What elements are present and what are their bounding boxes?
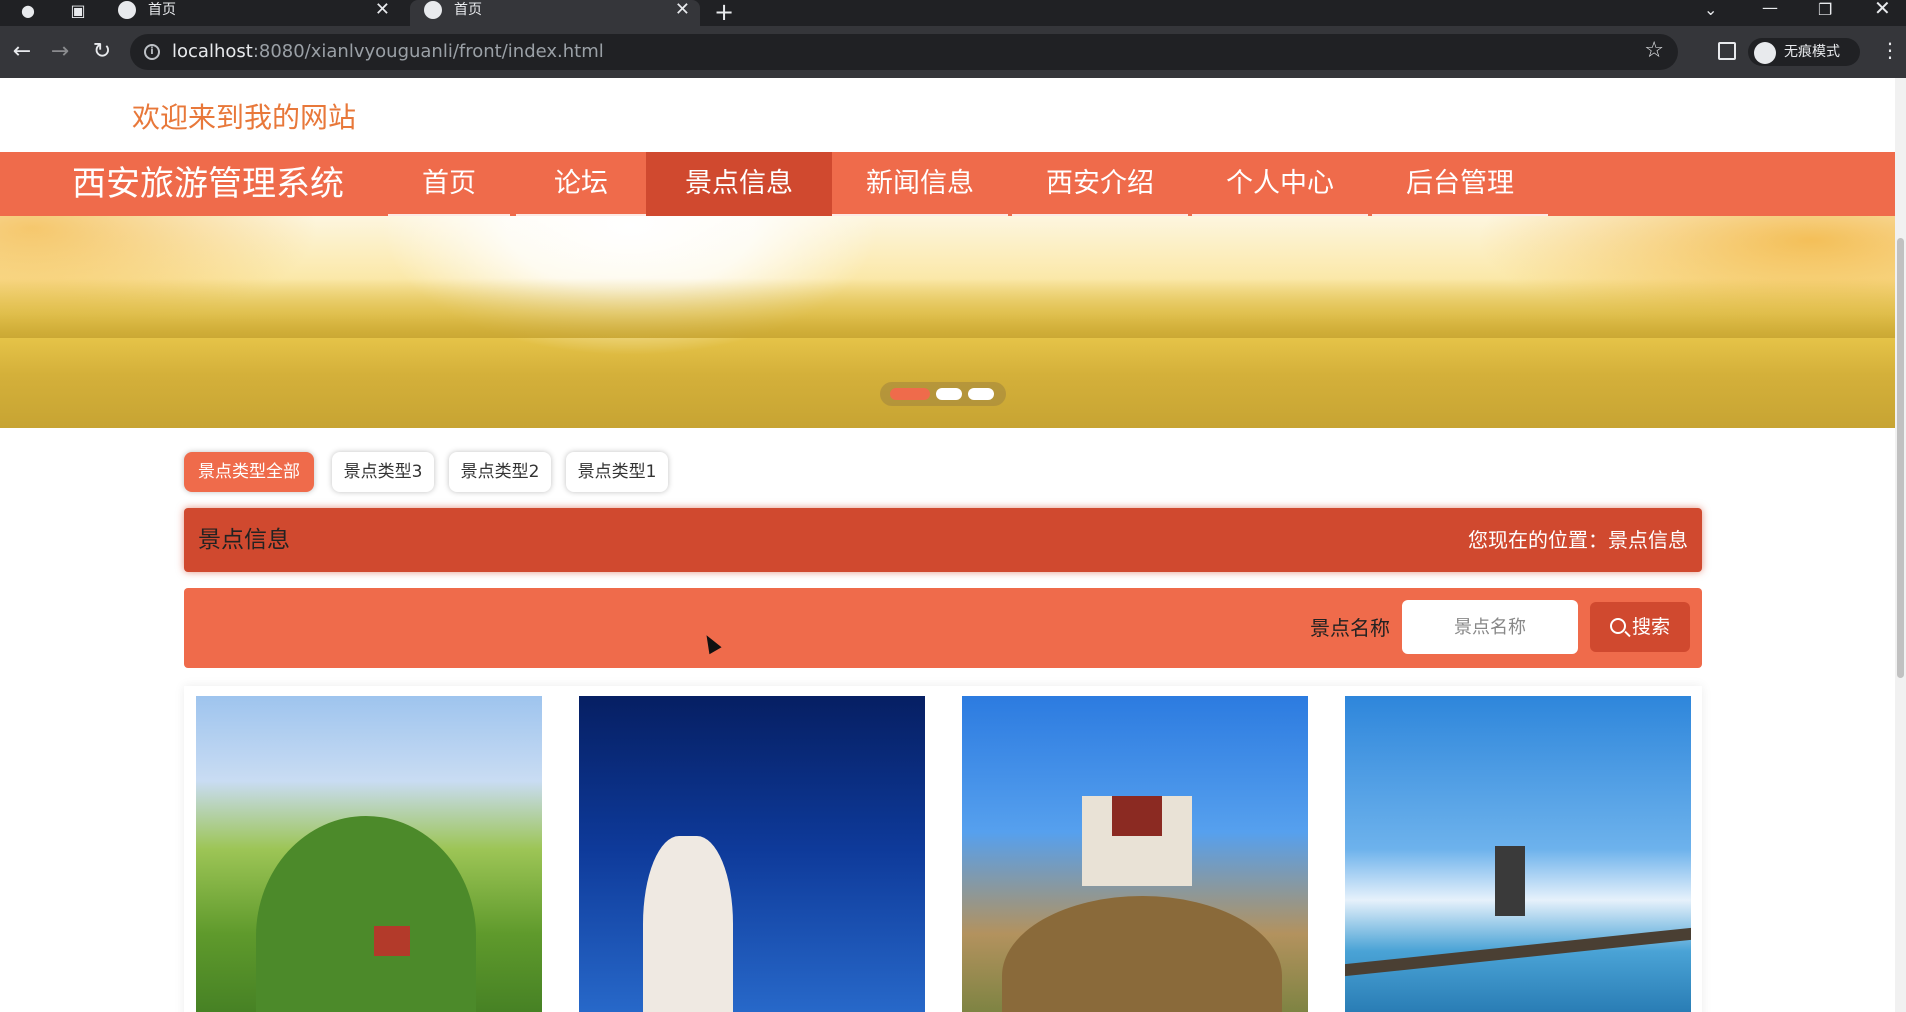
tab-title: 首页: [148, 2, 176, 18]
site-title: 西安旅游管理系统: [72, 164, 344, 204]
nav-xian-intro[interactable]: 西安介绍: [1012, 152, 1188, 216]
page-scrollbar[interactable]: [1895, 78, 1906, 1012]
attraction-card-2[interactable]: [579, 696, 925, 1012]
carousel-dot-2[interactable]: [936, 388, 962, 400]
nav-label: 新闻信息: [866, 168, 974, 199]
carousel-indicators: [880, 382, 1006, 406]
search-label: 景点名称: [1310, 616, 1390, 640]
section-title: 景点信息: [198, 527, 290, 553]
minimize-icon[interactable]: —: [1762, 0, 1778, 16]
browser-tab-1[interactable]: 首页 ✕: [104, 0, 400, 26]
back-icon[interactable]: ←: [8, 38, 36, 66]
close-window-icon[interactable]: ✕: [1874, 0, 1891, 18]
browser-tab-2[interactable]: 首页 ✕: [410, 0, 700, 26]
address-bar[interactable]: i localhost:8080/xianlvyouguanli/front/i…: [130, 34, 1678, 70]
url-path: :8080/xianlvyouguanli/front/index.html: [252, 41, 604, 62]
nav-forum[interactable]: 论坛: [516, 152, 646, 216]
welcome-text: 欢迎来到我的网站: [132, 101, 357, 134]
search-icon: [1609, 618, 1626, 634]
type-filter-1[interactable]: 景点类型1: [566, 452, 668, 492]
main-nav: 西安旅游管理系统 首页 论坛 景点信息 新闻信息 西安介绍 个人中心 后台管理: [0, 152, 1895, 216]
type-filter-3[interactable]: 景点类型3: [332, 452, 434, 492]
globe-icon: [424, 1, 442, 19]
type-filter-all[interactable]: 景点类型全部: [184, 452, 314, 492]
browser-tab-strip: ● ▣ 首页 ✕ 首页 ✕ + ⌄ — ❐ ✕: [0, 0, 1906, 26]
nav-label: 论坛: [554, 168, 608, 199]
breadcrumb-location: 您现在的位置：景点信息: [1468, 528, 1688, 552]
nav-label: 首页: [422, 168, 476, 199]
attraction-card-3[interactable]: [962, 696, 1308, 1012]
section-title-bar: 景点信息 您现在的位置：景点信息: [184, 508, 1702, 572]
type-filter-2[interactable]: 景点类型2: [449, 452, 551, 492]
side-panel-icon[interactable]: [1718, 42, 1736, 60]
tab-title: 首页: [454, 2, 482, 18]
search-input[interactable]: [1402, 600, 1578, 654]
attraction-list: [184, 686, 1702, 1012]
reload-icon[interactable]: ↻: [88, 38, 116, 66]
close-icon[interactable]: ✕: [675, 0, 690, 20]
nav-label: 西安介绍: [1046, 168, 1154, 199]
search-button[interactable]: 搜索: [1590, 602, 1690, 652]
forward-icon[interactable]: →: [46, 38, 74, 66]
url-text[interactable]: localhost:8080/xianlvyouguanli/front/ind…: [172, 42, 604, 62]
nav-attractions[interactable]: 景点信息: [646, 152, 832, 216]
restore-icon[interactable]: ❐: [1818, 2, 1832, 18]
new-tab-icon[interactable]: +: [714, 0, 734, 26]
nav-profile[interactable]: 个人中心: [1192, 152, 1368, 216]
scrollbar-thumb[interactable]: [1897, 238, 1904, 678]
attraction-card-1[interactable]: [196, 696, 542, 1012]
nav-label: 个人中心: [1226, 168, 1334, 199]
globe-icon: [118, 1, 136, 19]
browser-toolbar: ← → ↻ i localhost:8080/xianlvyouguanli/f…: [0, 26, 1906, 78]
search-bar: 景点名称 搜索: [184, 588, 1702, 668]
menu-kebab-icon[interactable]: ⋮: [1880, 40, 1900, 60]
incognito-profile-button[interactable]: 无痕模式: [1748, 38, 1860, 66]
nav-home[interactable]: 首页: [388, 152, 510, 216]
page-viewport: 欢迎来到我的网站 西安旅游管理系统 首页 论坛 景点信息 新闻信息 西安介绍 个…: [0, 78, 1895, 1012]
carousel-dot-1[interactable]: [890, 388, 930, 400]
nav-admin[interactable]: 后台管理: [1372, 152, 1548, 216]
search-button-label: 搜索: [1631, 616, 1670, 638]
nav-label: 后台管理: [1406, 168, 1514, 199]
profile-label: 无痕模式: [1784, 44, 1840, 60]
window-icon[interactable]: ▣: [66, 1, 90, 21]
url-host: localhost: [172, 41, 253, 62]
tab-search-icon[interactable]: ⌄: [1704, 2, 1717, 18]
attraction-card-4[interactable]: [1345, 696, 1691, 1012]
globe-icon[interactable]: ●: [16, 1, 40, 21]
banner-carousel[interactable]: [0, 216, 1895, 428]
bookmark-star-icon[interactable]: ☆: [1644, 38, 1664, 63]
info-icon[interactable]: i: [144, 44, 160, 60]
close-icon[interactable]: ✕: [375, 0, 390, 20]
nav-news[interactable]: 新闻信息: [832, 152, 1008, 216]
nav-label: 景点信息: [685, 168, 793, 199]
carousel-dot-3[interactable]: [968, 388, 994, 400]
incognito-icon: [1754, 42, 1776, 64]
